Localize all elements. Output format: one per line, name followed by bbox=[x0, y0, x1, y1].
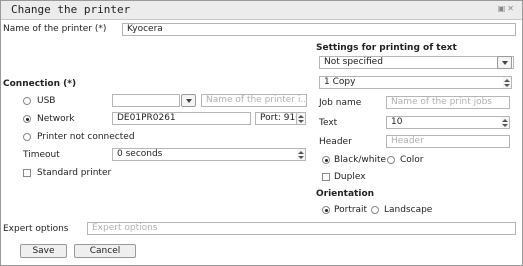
change-printer-dialog: Change the printer ▣✕ Name of the printe… bbox=[0, 0, 523, 266]
not-connected-label: Printer not connected bbox=[37, 132, 135, 142]
usb-label: USB bbox=[37, 96, 56, 106]
text-size-stepper[interactable]: 10 bbox=[386, 116, 502, 129]
expert-options-label: Expert options bbox=[3, 224, 69, 234]
standard-printer-checkbox[interactable] bbox=[23, 169, 31, 177]
usb-select[interactable] bbox=[112, 94, 180, 107]
header-label: Header bbox=[319, 137, 352, 147]
network-label: Network bbox=[37, 114, 75, 124]
standard-printer-label: Standard printer bbox=[37, 168, 112, 178]
timeout-label: Timeout bbox=[23, 150, 60, 160]
window-controls[interactable]: ▣✕ bbox=[498, 4, 516, 13]
black-white-radio[interactable] bbox=[322, 156, 330, 164]
portrait-label: Portrait bbox=[334, 205, 368, 215]
paper-dropdown-icon[interactable] bbox=[497, 56, 512, 69]
restore-icon[interactable]: ▣ bbox=[498, 4, 508, 13]
dialog-title: Change the printer bbox=[11, 3, 131, 16]
title-bar: Change the printer ▣✕ bbox=[1, 1, 522, 20]
landscape-label: Landscape bbox=[384, 205, 433, 215]
settings-heading: Settings for printing of text bbox=[316, 43, 457, 53]
close-icon[interactable]: ✕ bbox=[507, 4, 516, 13]
text-size-spin-icon[interactable] bbox=[501, 116, 510, 129]
black-white-label: Black/white bbox=[334, 155, 387, 165]
port-stepper[interactable]: Port: 9100 bbox=[255, 112, 297, 125]
color-label: Color bbox=[400, 155, 424, 165]
port-spin-icon[interactable] bbox=[297, 112, 306, 125]
duplex-label: Duplex bbox=[334, 172, 366, 182]
printer-name-label: Name of the printer (*) bbox=[3, 24, 107, 34]
duplex-checkbox[interactable] bbox=[322, 173, 330, 181]
color-radio[interactable] bbox=[387, 156, 395, 164]
expert-options-input[interactable]: Expert options bbox=[87, 222, 516, 235]
usb-printer-name-input[interactable]: Name of the printer i... bbox=[201, 94, 307, 107]
job-name-input[interactable]: Name of the print jobs bbox=[386, 96, 510, 109]
header-input[interactable]: Header bbox=[386, 135, 510, 148]
portrait-radio[interactable] bbox=[322, 206, 330, 214]
not-connected-radio[interactable] bbox=[23, 133, 31, 141]
usb-radio[interactable] bbox=[23, 97, 31, 105]
copies-stepper[interactable]: 1 Copy bbox=[319, 76, 505, 89]
network-radio[interactable] bbox=[23, 115, 31, 123]
usb-dropdown-icon[interactable] bbox=[181, 94, 196, 107]
network-host-input[interactable]: DE01PR0261 bbox=[112, 112, 251, 125]
paper-select[interactable]: Not specified bbox=[319, 56, 514, 69]
copies-spin-icon[interactable] bbox=[503, 76, 512, 89]
timeout-spin-icon[interactable] bbox=[297, 148, 306, 161]
cancel-button[interactable]: Cancel bbox=[74, 244, 136, 258]
printer-name-input[interactable]: Kyocera bbox=[122, 23, 516, 36]
connection-heading: Connection (*) bbox=[3, 79, 77, 89]
save-button[interactable]: Save bbox=[20, 244, 67, 258]
landscape-radio[interactable] bbox=[371, 206, 379, 214]
job-name-label: Job name bbox=[319, 98, 362, 108]
text-size-label: Text bbox=[319, 118, 338, 128]
orientation-heading: Orientation bbox=[316, 189, 375, 199]
timeout-stepper[interactable]: 0 seconds bbox=[112, 148, 298, 161]
